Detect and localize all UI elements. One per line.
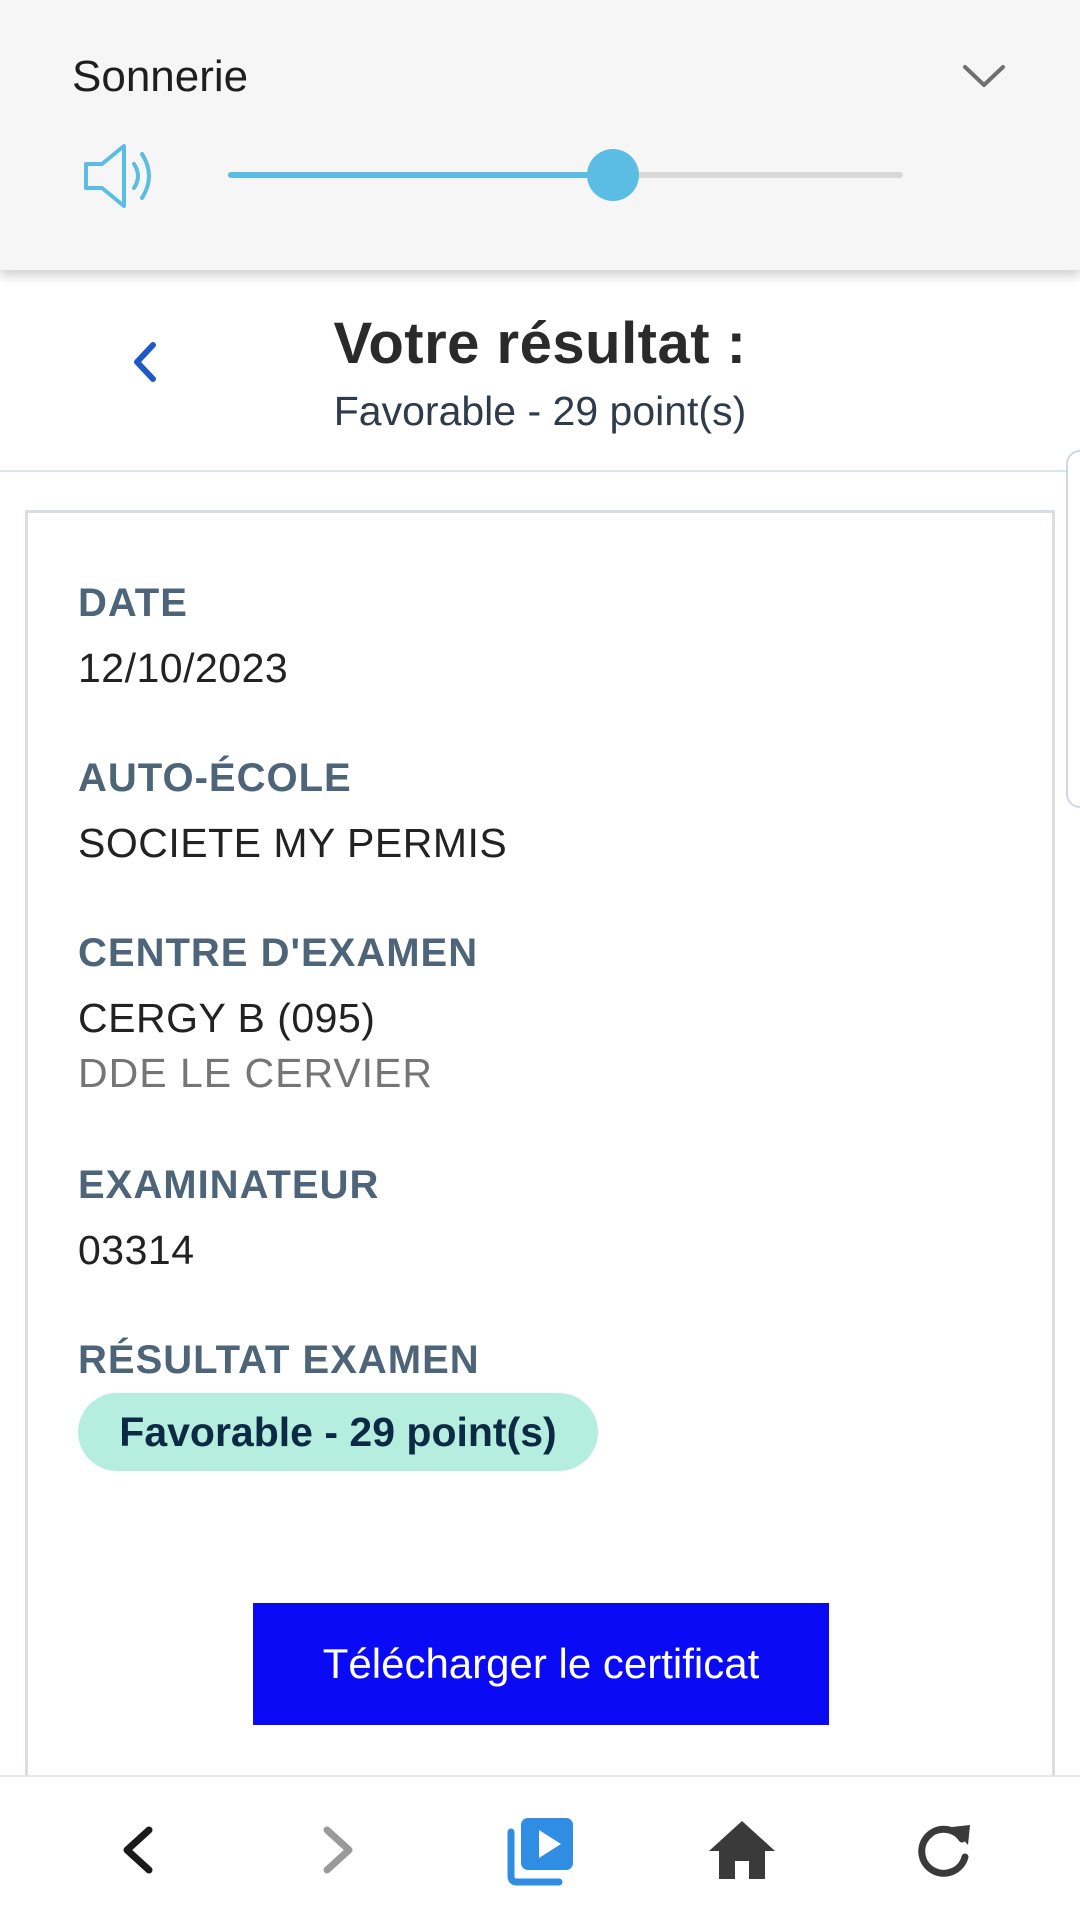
examiner-label: EXAMINATEUR (78, 1163, 380, 1207)
home-button[interactable] (697, 1805, 787, 1895)
browser-forward-button[interactable] (294, 1805, 384, 1895)
volume-slider-fill (228, 172, 613, 178)
page-title: Votre résultat : (333, 311, 747, 376)
forward-arrow-icon (323, 1826, 353, 1874)
school-value: SOCIETE MY PERMIS (78, 820, 508, 866)
reload-icon (918, 1825, 970, 1877)
exam-result-label: RÉSULTAT EXAMEN (78, 1338, 480, 1382)
exam-center-label: CENTRE D'EXAMEN (78, 931, 479, 975)
date-label: DATE (78, 581, 188, 625)
date-value: 12/10/2023 (78, 645, 289, 691)
school-label: AUTO-ÉCOLE (78, 756, 352, 800)
home-icon (709, 1821, 775, 1879)
status-badge: Favorable - 29 point(s) (78, 1393, 598, 1471)
screen: Sonnerie Votre résultat : Favorable - 29 (0, 0, 1080, 1920)
result-card: DATE 12/10/2023 AUTO-ÉCOLE SOCIETE MY PE… (25, 510, 1055, 1810)
browser-back-button[interactable] (92, 1805, 182, 1895)
exam-center-address: DDE LE CERVIER (78, 1050, 434, 1096)
volume-slider[interactable] (228, 149, 903, 201)
reload-button[interactable] (898, 1805, 988, 1895)
side-panel-handle[interactable] (1066, 450, 1080, 808)
page-subtitle: Favorable - 29 point(s) (333, 388, 747, 434)
volume-panel: Sonnerie (0, 0, 1080, 270)
volume-stream-title: Sonnerie (72, 52, 249, 101)
speaker-icon[interactable] (80, 140, 160, 212)
media-player-icon (507, 1818, 573, 1886)
chevron-down-icon (963, 65, 1005, 87)
volume-slider-thumb[interactable] (586, 149, 639, 201)
browser-toolbar (0, 1775, 1080, 1920)
exam-center-value: CERGY B (095) (78, 995, 376, 1041)
examiner-value: 03314 (78, 1227, 195, 1273)
download-certificate-button[interactable]: Télécharger le certificat (253, 1603, 829, 1725)
back-arrow-icon (123, 1826, 153, 1874)
page-header: Votre résultat : Favorable - 29 point(s) (0, 270, 1080, 472)
media-player-button[interactable] (496, 1805, 586, 1895)
expand-volume-button[interactable] (960, 56, 1008, 96)
